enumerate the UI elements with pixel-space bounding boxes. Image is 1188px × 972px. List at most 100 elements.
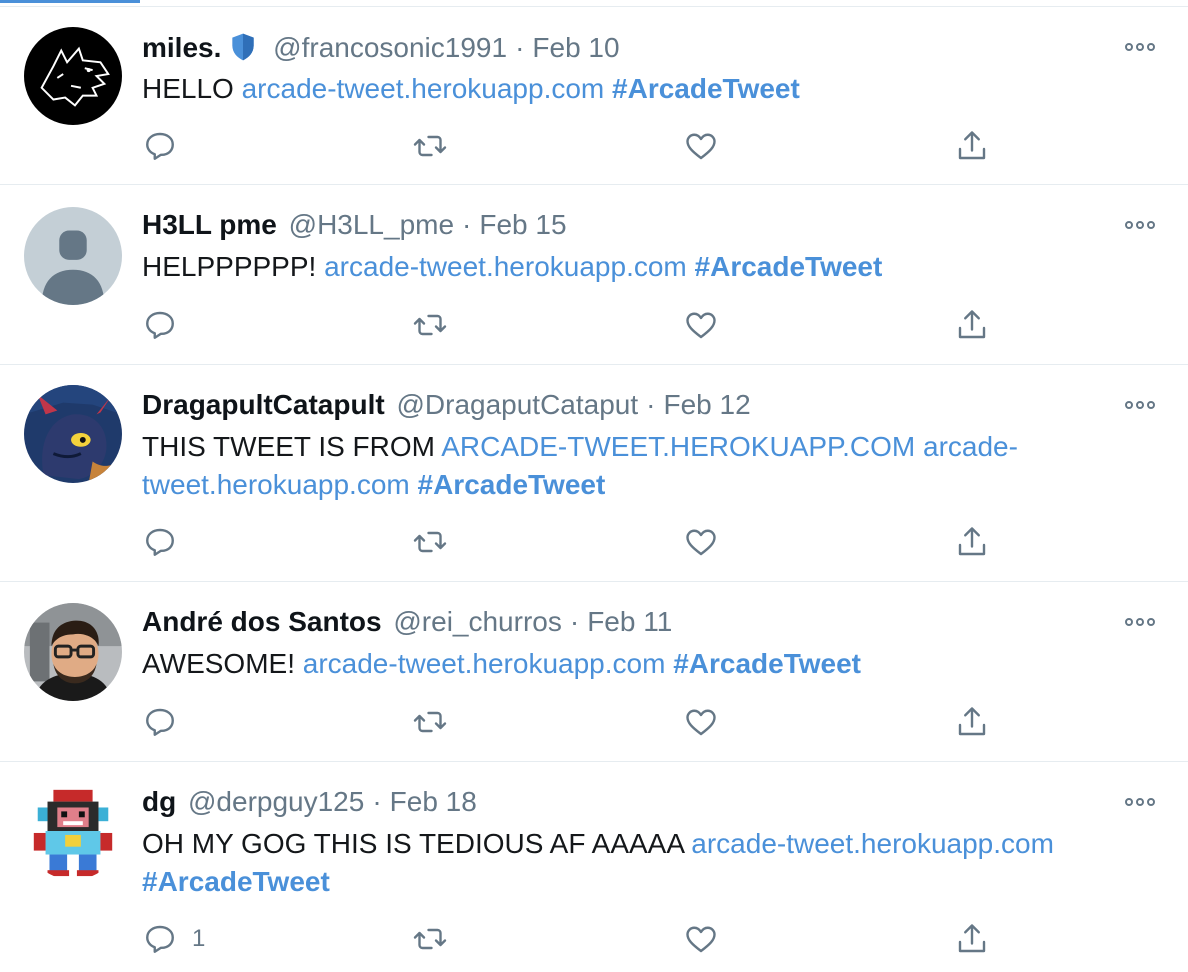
reply-icon bbox=[146, 925, 174, 953]
reply-icon bbox=[146, 311, 174, 339]
display-name[interactable]: DragapultCatapult bbox=[142, 389, 385, 420]
reply-button[interactable] bbox=[142, 126, 178, 166]
handle[interactable]: @rei_churros bbox=[393, 606, 561, 637]
tweet-actions bbox=[0, 305, 1188, 345]
timestamp[interactable]: Feb 15 bbox=[479, 209, 566, 240]
tweet[interactable]: H3LL pme @H3LL_pme · Feb 15 HELPPPPPP! arc… bbox=[0, 185, 1188, 365]
like-button[interactable] bbox=[683, 305, 719, 345]
share-icon bbox=[958, 527, 986, 556]
reply-icon bbox=[146, 708, 174, 736]
photo-person-avatar-icon bbox=[24, 603, 122, 701]
share-button[interactable] bbox=[954, 702, 990, 742]
dragon-avatar-icon bbox=[24, 385, 122, 483]
reply-button[interactable] bbox=[142, 702, 178, 742]
text-segment: HELPPPPPP! bbox=[142, 251, 325, 282]
share-icon bbox=[958, 310, 986, 339]
hashtag-link[interactable]: #ArcadeTweet bbox=[142, 866, 330, 897]
share-button[interactable] bbox=[954, 919, 990, 959]
tab-indicator bbox=[0, 0, 140, 3]
text-segment: HELLO bbox=[142, 73, 242, 104]
like-button[interactable] bbox=[683, 919, 719, 959]
url-link[interactable]: arcade-tweet.herokuapp.com bbox=[691, 828, 1054, 859]
hashtag-link[interactable]: #ArcadeTweet bbox=[695, 251, 883, 282]
like-icon bbox=[686, 709, 716, 736]
tweet-header: DragapultCatapult @DragaputCataput · Feb 1… bbox=[142, 387, 751, 423]
tweet-actions bbox=[0, 702, 1188, 742]
url-link[interactable]: ARCADE-TWEET.HEROKUAPP.COM bbox=[441, 431, 915, 462]
wolf-drawing-avatar-icon bbox=[24, 27, 122, 125]
tweet[interactable]: DragapultCatapult @DragaputCataput · Feb 1… bbox=[0, 365, 1188, 582]
display-name[interactable]: dg bbox=[142, 786, 176, 817]
share-button[interactable] bbox=[954, 126, 990, 166]
handle[interactable]: @francosonic1991 bbox=[273, 32, 507, 63]
hashtag-link[interactable]: #ArcadeTweet bbox=[673, 648, 861, 679]
tweet[interactable]: André dos Santos @rei_churros · Feb 11 AWE… bbox=[0, 582, 1188, 762]
like-icon bbox=[686, 529, 716, 556]
handle[interactable]: @H3LL_pme bbox=[289, 209, 454, 240]
retweet-icon bbox=[413, 711, 447, 733]
handle[interactable]: @DragaputCataput bbox=[396, 389, 638, 420]
more-options-icon[interactable] bbox=[1122, 792, 1158, 812]
like-icon bbox=[686, 926, 716, 953]
avatar[interactable] bbox=[24, 207, 122, 305]
tweet[interactable]: dg @derpguy125 · Feb 18 OH MY GOG THIS IS … bbox=[0, 762, 1188, 972]
retweet-button[interactable] bbox=[412, 919, 448, 959]
retweet-button[interactable] bbox=[412, 305, 448, 345]
like-icon bbox=[686, 312, 716, 339]
text-segment: THIS TWEET IS FROM bbox=[142, 431, 442, 462]
tweet[interactable]: miles. @francosonic1991 · Feb 10 HELLO arc… bbox=[0, 7, 1188, 185]
tweet-actions: 1 bbox=[0, 919, 1188, 959]
retweet-icon bbox=[413, 314, 447, 336]
hashtag-link[interactable]: #ArcadeTweet bbox=[418, 469, 606, 500]
tweet-header: H3LL pme @H3LL_pme · Feb 15 bbox=[142, 207, 567, 243]
retweet-icon bbox=[413, 135, 447, 157]
tweet-header: miles. @francosonic1991 · Feb 10 bbox=[142, 30, 620, 66]
reply-button[interactable]: 1 bbox=[142, 919, 205, 959]
shield-badge-icon bbox=[232, 33, 255, 61]
like-button[interactable] bbox=[683, 702, 719, 742]
tweet-text: AWESOME! arcade-tweet.herokuapp.com #Arc… bbox=[142, 645, 1152, 683]
url-link[interactable]: arcade-tweet.herokuapp.com bbox=[242, 73, 605, 104]
retweet-button[interactable] bbox=[412, 702, 448, 742]
timestamp[interactable]: Feb 11 bbox=[587, 606, 672, 637]
avatar[interactable] bbox=[24, 385, 122, 483]
avatar[interactable] bbox=[24, 782, 122, 880]
retweet-button[interactable] bbox=[412, 126, 448, 166]
timestamp[interactable]: Feb 12 bbox=[663, 389, 750, 420]
avatar[interactable] bbox=[24, 27, 122, 125]
tweet-actions bbox=[0, 126, 1188, 166]
timestamp[interactable]: Feb 10 bbox=[532, 32, 619, 63]
like-button[interactable] bbox=[683, 522, 719, 562]
more-options-icon[interactable] bbox=[1122, 37, 1158, 57]
reply-icon bbox=[146, 132, 174, 160]
display-name[interactable]: H3LL pme bbox=[142, 209, 277, 240]
more-options-icon[interactable] bbox=[1122, 215, 1158, 235]
url-link[interactable]: arcade-tweet.herokuapp.com bbox=[303, 648, 666, 679]
hashtag-link[interactable]: #ArcadeTweet bbox=[612, 73, 800, 104]
more-options-icon[interactable] bbox=[1122, 612, 1158, 632]
reply-button[interactable] bbox=[142, 522, 178, 562]
like-button[interactable] bbox=[683, 126, 719, 166]
display-name[interactable]: miles. bbox=[142, 32, 221, 63]
timestamp[interactable]: Feb 18 bbox=[390, 786, 477, 817]
separator: · bbox=[569, 606, 580, 637]
share-button[interactable] bbox=[954, 522, 990, 562]
reply-icon bbox=[146, 528, 174, 556]
reply-button[interactable] bbox=[142, 305, 178, 345]
share-icon bbox=[958, 924, 986, 953]
tweet-text: OH MY GOG THIS IS TEDIOUS AF AAAAA arcad… bbox=[142, 825, 1142, 901]
url-link[interactable]: arcade-tweet.herokuapp.com bbox=[324, 251, 687, 282]
retweet-button[interactable] bbox=[412, 522, 448, 562]
share-button[interactable] bbox=[954, 305, 990, 345]
more-options-icon[interactable] bbox=[1122, 395, 1158, 415]
separator: · bbox=[462, 209, 472, 240]
handle[interactable]: @derpguy125 bbox=[188, 786, 364, 817]
avatar[interactable] bbox=[24, 603, 122, 701]
tweet-text: HELPPPPPP! arcade-tweet.herokuapp.com #A… bbox=[142, 248, 1152, 286]
top-bar bbox=[0, 0, 1188, 7]
share-icon bbox=[958, 131, 986, 160]
display-name[interactable]: André dos Santos bbox=[142, 606, 382, 637]
retweet-icon bbox=[413, 531, 447, 553]
